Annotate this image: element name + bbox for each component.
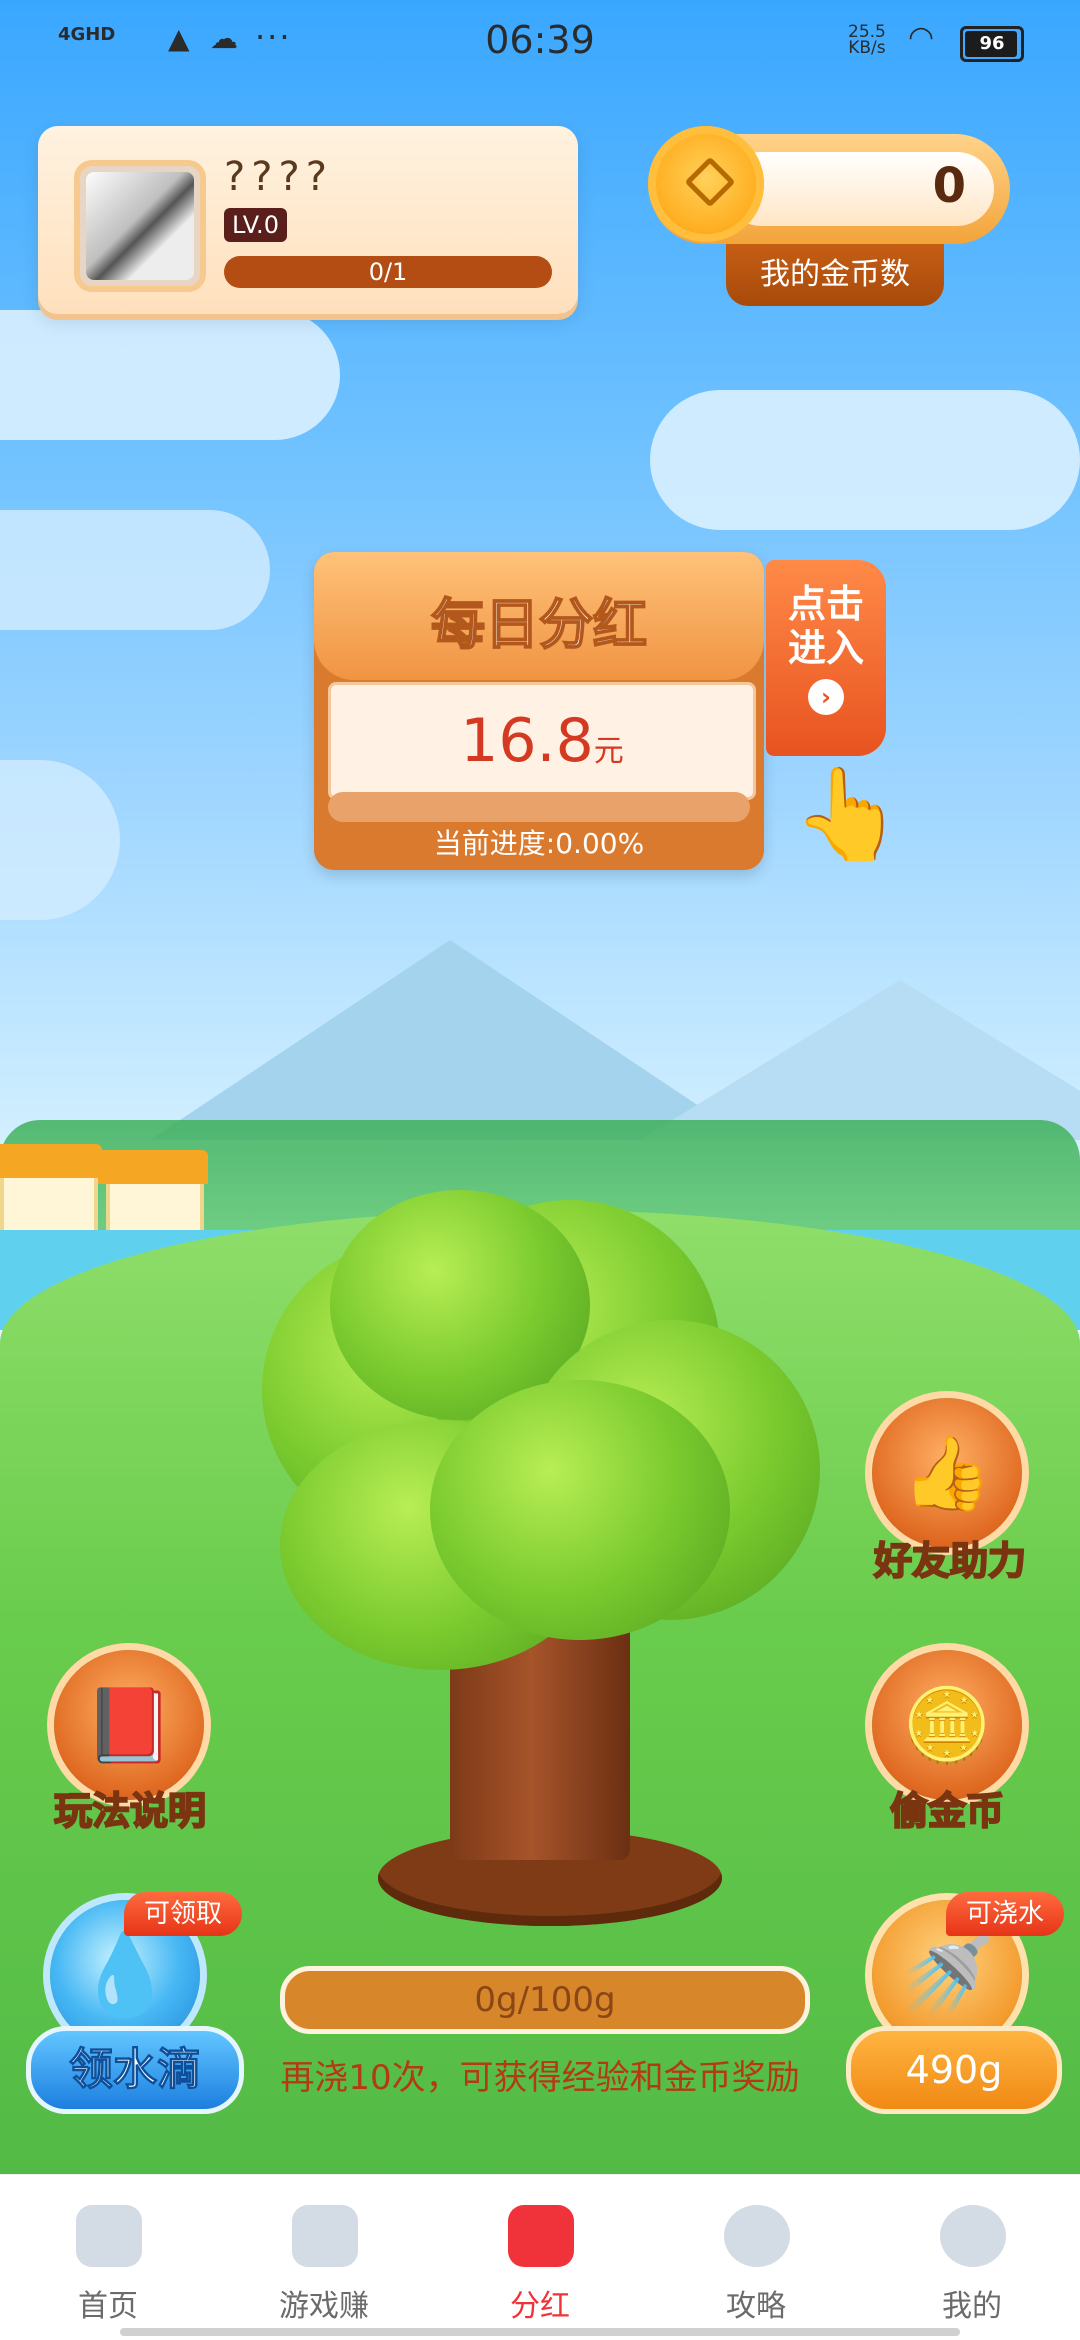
network-speed-unit: KB/s xyxy=(848,38,886,58)
pointing-hand-icon: 👆 xyxy=(792,762,905,867)
friend-help-button[interactable]: 👍 xyxy=(872,1398,1022,1548)
nav-item-guide[interactable]: 攻略 xyxy=(648,2175,864,2340)
coin-label: 我的金币数 xyxy=(726,244,944,306)
clock-icon xyxy=(724,2205,790,2267)
bonus-progress-text: 当前进度:0.00% xyxy=(433,827,645,860)
water-progress-bar: 0g/100g xyxy=(280,1966,810,2034)
thumbs-up-icon: 👍 xyxy=(902,1431,992,1515)
nav-item-profile[interactable]: 我的 xyxy=(864,2175,1080,2340)
enter-line2: 进入 xyxy=(787,626,864,670)
bonus-icon xyxy=(508,2205,574,2267)
steal-coins-label: 偷金币 xyxy=(889,1788,1005,1834)
chevron-right-icon: › xyxy=(808,679,844,715)
level-badge: LV.0 xyxy=(224,208,287,242)
nav-item-games[interactable]: 游戏赚 xyxy=(216,2175,432,2340)
rules-button[interactable]: 📕 xyxy=(54,1650,204,1800)
enter-line1: 点击 xyxy=(787,582,864,626)
bonus-amount-box: 16.8元 xyxy=(328,682,756,800)
bonus-unit: 元 xyxy=(593,734,624,769)
nav-label: 首页 xyxy=(78,2289,138,2324)
profile-icon xyxy=(940,2205,1006,2267)
nav-label: 分红 xyxy=(510,2289,570,2324)
coin-value: 0 xyxy=(932,158,966,214)
rule-book-icon: 📕 xyxy=(84,1683,174,1767)
home-indicator[interactable] xyxy=(120,2328,960,2336)
nav-item-bonus[interactable]: 分红 xyxy=(432,2175,648,2340)
friend-help-label: 好友助力 xyxy=(873,1538,1027,1584)
steal-coins-button[interactable]: 🪙 xyxy=(872,1650,1022,1800)
cloud-right xyxy=(650,390,1080,530)
bonus-title: 每日分红 xyxy=(430,592,648,657)
nav-label: 游戏赚 xyxy=(279,2289,369,2324)
water-tag: 可浇水 xyxy=(946,1892,1064,1936)
hand-coin-icon: 🪙 xyxy=(902,1683,992,1767)
nav-label: 我的 xyxy=(942,2289,1002,2324)
home-icon xyxy=(76,2205,142,2267)
battery-icon: 96 xyxy=(960,26,1024,62)
water-hint: 再浇10次，可获得经验和金币奖励 xyxy=(280,2058,800,2098)
player-name: ???? xyxy=(224,154,333,200)
battery-level: 96 xyxy=(979,33,1005,54)
cloud-left xyxy=(0,310,340,440)
water-tree-button[interactable]: 490g xyxy=(846,2026,1062,2114)
daily-bonus-card[interactable]: 每日分红 16.8元 当前进度:0.00% xyxy=(314,552,764,870)
profile-card[interactable]: ???? LV.0 0/1 xyxy=(38,126,578,314)
nav-item-home[interactable]: 首页 xyxy=(0,2175,216,2340)
mountain-right xyxy=(640,980,1080,1140)
coin-icon xyxy=(648,126,764,242)
enter-button[interactable]: 点击 进入 › xyxy=(766,560,886,756)
cloud-low-left xyxy=(0,760,120,920)
status-bar: 4GHD ▲ ☁ ··· 06:39 25.5 KB/s ◠ 96 xyxy=(0,0,1080,90)
claim-tag: 可领取 xyxy=(124,1892,242,1936)
tree-foliage-6 xyxy=(430,1380,730,1640)
gamepad-icon xyxy=(292,2205,358,2267)
wifi-icon: ◠ xyxy=(908,20,935,55)
bottom-nav: 首页 游戏赚 分红 攻略 我的 xyxy=(0,2174,1080,2340)
rules-label: 玩法说明 xyxy=(53,1788,207,1834)
cloud-mid-left xyxy=(0,510,270,630)
bonus-amount: 16.8 xyxy=(460,706,594,776)
bonus-progress-bar xyxy=(328,792,750,822)
game-screen: 4GHD ▲ ☁ ··· 06:39 25.5 KB/s ◠ 96 ???? L… xyxy=(0,0,1080,2340)
avatar[interactable] xyxy=(74,160,206,292)
collect-water-button[interactable]: 领水滴 xyxy=(26,2026,244,2114)
level-progress: 0/1 xyxy=(224,256,552,288)
nav-label: 攻略 xyxy=(726,2289,786,2324)
network-speed: 25.5 KB/s xyxy=(848,24,886,58)
